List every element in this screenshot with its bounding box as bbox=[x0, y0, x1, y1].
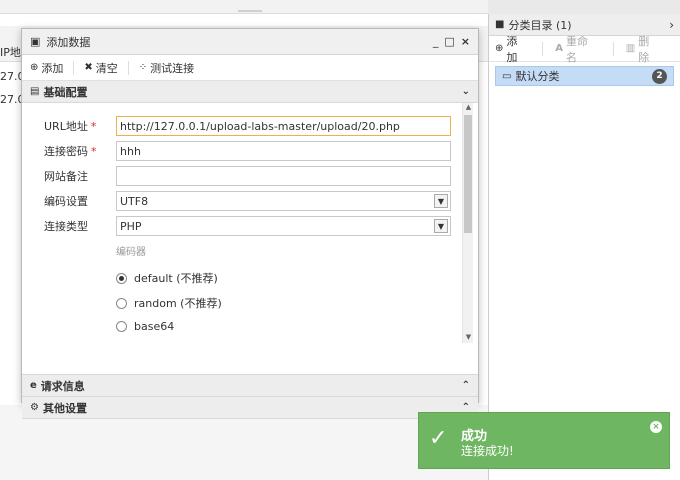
close-button[interactable]: × bbox=[461, 35, 470, 48]
encoder-option-random[interactable]: random (不推荐) bbox=[116, 295, 222, 311]
folder-icon: ■ bbox=[495, 19, 505, 30]
e-icon: e bbox=[30, 380, 37, 391]
rename-category-button[interactable]: A 重命名 bbox=[555, 33, 599, 65]
top-bar bbox=[0, 0, 488, 14]
type-select[interactable]: PHP ▼ bbox=[116, 216, 451, 236]
password-input[interactable]: hhh bbox=[116, 141, 451, 161]
chevron-up-icon: ⌃ bbox=[461, 380, 470, 391]
encoding-label: 编码设置 bbox=[44, 195, 88, 208]
chevron-right-icon[interactable]: › bbox=[669, 18, 674, 32]
plus-circle-icon: ⊕ bbox=[30, 62, 39, 73]
type-label: 连接类型 bbox=[44, 220, 88, 233]
check-icon: ✓ bbox=[429, 426, 448, 451]
section-basic-config[interactable]: ▤ 基础配置 ⌄ bbox=[22, 81, 478, 103]
form-scrollbar[interactable]: ▲ ▼ bbox=[462, 103, 473, 343]
radio-checked[interactable] bbox=[116, 272, 127, 284]
gear-icon: ⚙ bbox=[30, 402, 39, 413]
close-icon[interactable]: × bbox=[650, 421, 662, 433]
type-value: PHP bbox=[120, 219, 142, 233]
add-button[interactable]: ⊕ 添加 bbox=[30, 60, 63, 76]
file-icon: ▤ bbox=[30, 86, 40, 97]
resize-grip[interactable] bbox=[238, 10, 262, 12]
category-toolbar: ⊕ 添加 A 重命名 ▥ 删除 bbox=[489, 33, 680, 65]
section-other-settings[interactable]: ⚙ 其他设置 ⌃ bbox=[22, 397, 478, 419]
url-label: URL地址 * bbox=[44, 120, 97, 133]
section-title: 其他设置 bbox=[42, 401, 87, 415]
minimize-button[interactable]: _ bbox=[433, 35, 439, 48]
folder-open-icon: ▭ bbox=[502, 70, 512, 82]
chevron-down-icon: ▼ bbox=[434, 219, 448, 233]
scroll-up-icon[interactable]: ▲ bbox=[463, 103, 474, 113]
chevron-down-icon: ⌄ bbox=[461, 86, 470, 97]
url-input[interactable]: http://127.0.0.1/upload-labs-master/uplo… bbox=[116, 116, 451, 136]
toast-message: 连接成功! bbox=[461, 444, 514, 458]
add-data-dialog: ▣ 添加数据 _ □ × ⊕ 添加 ✖ 清空 ⁘ 测试连接 ▤ 基础配置 ⌄ U… bbox=[21, 28, 479, 419]
encoder-label: 编码器 bbox=[116, 247, 146, 258]
ip-column-header[interactable]: IP地 bbox=[0, 44, 21, 60]
basic-config-form: URL地址 * http://127.0.0.1/upload-labs-mast… bbox=[22, 103, 478, 375]
success-toast: ✓ 成功 连接成功! × bbox=[418, 412, 670, 469]
divider bbox=[73, 60, 75, 75]
category-panel: ■ 分类目录 (1) › ⊕ 添加 A 重命名 ▥ 删除 ▭ 默认分类 2 bbox=[488, 14, 680, 480]
add-category-button[interactable]: ⊕ 添加 bbox=[495, 33, 528, 65]
category-panel-title: 分类目录 (1) bbox=[508, 18, 572, 32]
type-row: 连接类型 PHP ▼ bbox=[22, 215, 462, 237]
password-label: 连接密码 * bbox=[44, 145, 97, 158]
window-icon: ▣ bbox=[30, 35, 41, 48]
maximize-button[interactable]: □ bbox=[444, 35, 454, 48]
encoder-option-default[interactable]: default (不推荐) bbox=[116, 270, 218, 286]
category-item-default[interactable]: ▭ 默认分类 2 bbox=[495, 66, 674, 86]
divider bbox=[127, 60, 129, 75]
radio-unchecked[interactable] bbox=[116, 321, 127, 332]
note-label: 网站备注 bbox=[44, 170, 88, 183]
section-title: 基础配置 bbox=[43, 85, 88, 99]
trash-icon: ▥ bbox=[625, 43, 636, 54]
delete-category-button[interactable]: ▥ 删除 bbox=[626, 33, 660, 65]
encoder-option-base64[interactable]: base64 bbox=[116, 320, 174, 333]
dialog-title: 添加数据 bbox=[46, 35, 91, 49]
encoding-select[interactable]: UTF8 ▼ bbox=[116, 191, 451, 211]
test-connection-button[interactable]: ⁘ 测试连接 bbox=[139, 60, 194, 76]
clear-button[interactable]: ✖ 清空 bbox=[84, 60, 117, 76]
dialog-toolbar: ⊕ 添加 ✖ 清空 ⁘ 测试连接 bbox=[22, 55, 478, 81]
section-title: 请求信息 bbox=[40, 379, 85, 393]
divider bbox=[612, 41, 614, 56]
dialog-title-bar[interactable]: ▣ 添加数据 _ □ × bbox=[22, 29, 478, 55]
spinner-icon: ⁘ bbox=[138, 62, 148, 73]
close-icon: ✖ bbox=[84, 62, 93, 73]
scrollbar-thumb[interactable] bbox=[464, 115, 472, 233]
count-badge: 2 bbox=[652, 68, 667, 84]
chevron-down-icon: ▼ bbox=[434, 194, 448, 208]
section-request-info[interactable]: e 请求信息 ⌃ bbox=[22, 375, 478, 397]
divider bbox=[542, 41, 544, 56]
encoding-value: UTF8 bbox=[120, 194, 149, 208]
encoding-row: 编码设置 UTF8 ▼ bbox=[22, 190, 462, 212]
font-icon: A bbox=[555, 43, 563, 54]
category-item-label: 默认分类 bbox=[515, 70, 560, 83]
password-row: 连接密码 * hhh bbox=[22, 140, 462, 162]
url-row: URL地址 * http://127.0.0.1/upload-labs-mast… bbox=[22, 115, 462, 137]
note-input[interactable] bbox=[116, 166, 451, 186]
scroll-down-icon[interactable]: ▼ bbox=[463, 333, 474, 343]
plus-circle-icon: ⊕ bbox=[495, 43, 504, 54]
radio-unchecked[interactable] bbox=[116, 297, 127, 309]
note-row: 网站备注 bbox=[22, 165, 462, 187]
